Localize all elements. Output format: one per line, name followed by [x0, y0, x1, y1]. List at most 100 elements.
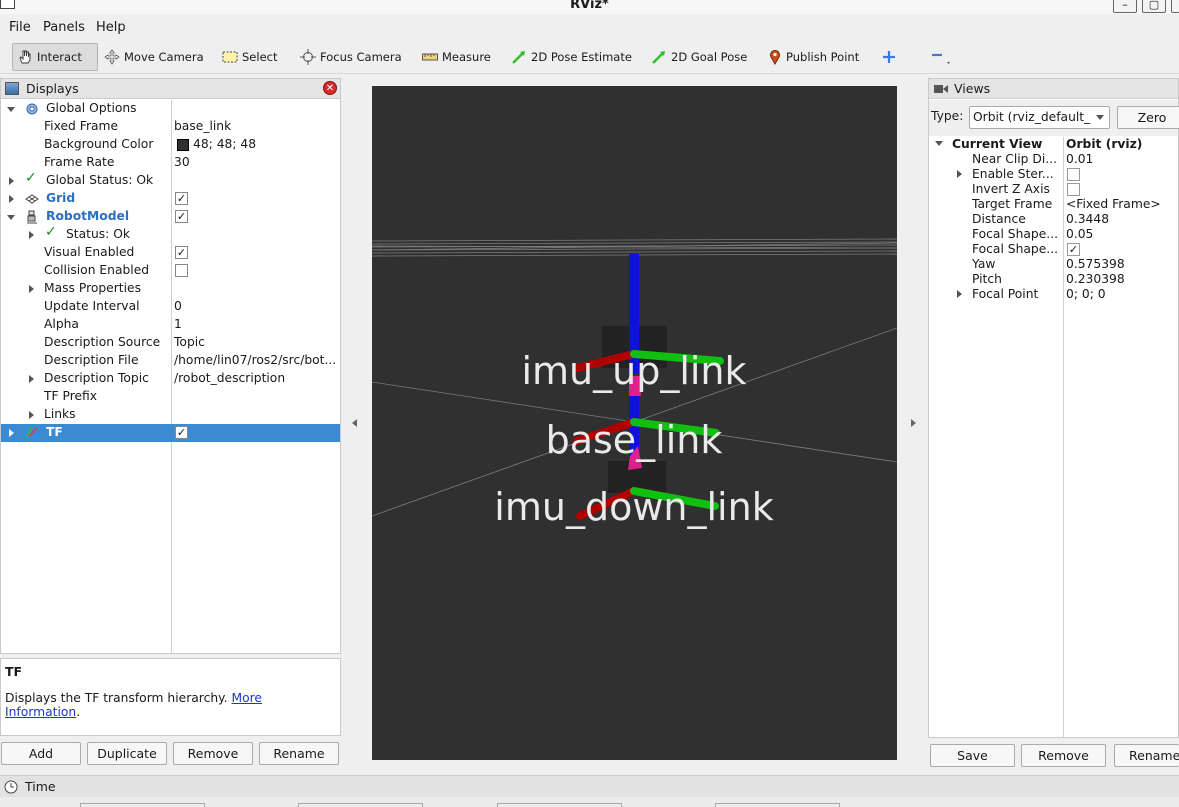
publish-point-tool[interactable]: Publish Point: [764, 43, 863, 71]
tree-row-fixed-frame[interactable]: Fixed Frame base_link: [1, 118, 340, 136]
close-window-button[interactable]: [1171, 0, 1179, 13]
expand-arrow-icon[interactable]: [935, 141, 943, 146]
near-clip-value[interactable]: 0.01: [1066, 152, 1093, 166]
collapse-left-arrow-icon[interactable]: [352, 419, 357, 427]
duplicate-button[interactable]: Duplicate: [87, 742, 167, 765]
tree-row-alpha[interactable]: Alpha 1: [1, 316, 340, 334]
collision-enabled-checkbox[interactable]: [175, 264, 188, 277]
displays-tree[interactable]: Global Options Fixed Frame base_link Bac…: [1, 100, 340, 442]
time-field[interactable]: [80, 803, 205, 807]
view-row-invert-z[interactable]: Invert Z Axis: [929, 182, 1179, 197]
measure-tool[interactable]: Measure: [418, 43, 495, 71]
expand-arrow-icon[interactable]: [29, 231, 34, 239]
remove-tool-button[interactable]: [926, 43, 956, 71]
distance-value[interactable]: 0.3448: [1066, 212, 1109, 226]
add-tool-button[interactable]: [878, 43, 900, 71]
alpha-value[interactable]: 1: [174, 317, 337, 331]
interact-tool[interactable]: Interact: [12, 43, 98, 71]
time-field[interactable]: [715, 803, 840, 807]
expand-arrow-icon[interactable]: [957, 170, 962, 178]
current-view-row[interactable]: Current View Orbit (rviz): [929, 137, 1179, 152]
tree-row-global-status[interactable]: ✓ Global Status: Ok: [1, 170, 340, 190]
views-save-button[interactable]: Save: [930, 744, 1015, 767]
goal-pose-tool[interactable]: 2D Goal Pose: [647, 43, 751, 71]
tree-row-description-file[interactable]: Description File /home/lin07/ros2/src/bo…: [1, 352, 340, 370]
zero-button[interactable]: Zero: [1117, 106, 1179, 129]
fixed-frame-value[interactable]: base_link: [174, 119, 337, 133]
tree-row-description-topic[interactable]: Description Topic /robot_description: [1, 370, 340, 388]
collapse-right-arrow-icon[interactable]: [911, 419, 916, 427]
view-row-target-frame[interactable]: Target Frame <Fixed Frame>: [929, 197, 1179, 212]
tree-row-grid[interactable]: Grid ✓: [1, 190, 340, 208]
menu-file[interactable]: File: [9, 20, 31, 35]
description-source-value[interactable]: Topic: [174, 335, 337, 349]
pitch-value[interactable]: 0.230398: [1066, 272, 1125, 286]
robotmodel-checkbox[interactable]: ✓: [175, 210, 188, 223]
expand-arrow-icon[interactable]: [957, 290, 962, 298]
tree-row-collision-enabled[interactable]: Collision Enabled: [1, 262, 340, 280]
focal-shape-checkbox[interactable]: ✓: [1067, 243, 1080, 256]
view-row-pitch[interactable]: Pitch 0.230398: [929, 272, 1179, 287]
tree-row-tf[interactable]: TF ✓: [1, 424, 340, 442]
color-swatch[interactable]: [177, 139, 189, 151]
view-type-select[interactable]: Orbit (rviz_default_p: [969, 106, 1110, 129]
view-row-focal-point[interactable]: Focal Point 0; 0; 0: [929, 287, 1179, 302]
tree-row-update-interval[interactable]: Update Interval 0: [1, 298, 340, 316]
view-row-enable-stereo[interactable]: Enable Ster...: [929, 167, 1179, 182]
focal-shape-size-value[interactable]: 0.05: [1066, 227, 1093, 241]
expand-arrow-icon[interactable]: [7, 107, 15, 112]
menu-help[interactable]: Help: [96, 20, 126, 35]
render-viewport[interactable]: imu_up_link base_link imu_down_link: [372, 86, 897, 760]
target-frame-value[interactable]: <Fixed Frame>: [1066, 197, 1161, 211]
focus-camera-tool[interactable]: Focus Camera: [296, 43, 406, 71]
views-rename-button[interactable]: Rename: [1114, 744, 1179, 767]
expand-arrow-icon[interactable]: [9, 177, 14, 185]
minimize-button[interactable]: –: [1113, 0, 1137, 13]
time-field[interactable]: [497, 803, 622, 807]
tree-row-links[interactable]: Links: [1, 406, 340, 424]
view-row-distance[interactable]: Distance 0.3448: [929, 212, 1179, 227]
select-tool[interactable]: Select: [218, 43, 281, 71]
frame-rate-value[interactable]: 30: [174, 155, 337, 169]
description-file-value[interactable]: /home/lin07/ros2/src/bot...: [174, 353, 337, 367]
description-topic-value[interactable]: /robot_description: [174, 371, 337, 385]
visual-enabled-checkbox[interactable]: ✓: [175, 246, 188, 259]
view-row-yaw[interactable]: Yaw 0.575398: [929, 257, 1179, 272]
grid-checkbox[interactable]: ✓: [175, 192, 188, 205]
expand-arrow-icon[interactable]: [7, 215, 15, 220]
menu-panels[interactable]: Panels: [43, 20, 85, 35]
view-row-focal-shape-fixed[interactable]: Focal Shape... ✓: [929, 242, 1179, 257]
focal-point-value[interactable]: 0; 0; 0: [1066, 287, 1106, 301]
expand-arrow-icon[interactable]: [9, 195, 14, 203]
views-tree[interactable]: Current View Orbit (rviz) Near Clip Di..…: [929, 137, 1179, 302]
remove-button[interactable]: Remove: [173, 742, 253, 765]
tree-row-background-color[interactable]: Background Color 48; 48; 48: [1, 136, 340, 154]
add-button[interactable]: Add: [1, 742, 81, 765]
close-icon[interactable]: ✕: [323, 81, 337, 95]
expand-arrow-icon[interactable]: [29, 285, 34, 293]
tf-checkbox[interactable]: ✓: [175, 426, 188, 439]
views-remove-button[interactable]: Remove: [1021, 744, 1106, 767]
move-camera-tool[interactable]: Move Camera: [100, 43, 208, 71]
tree-row-frame-rate[interactable]: Frame Rate 30: [1, 154, 340, 172]
expand-arrow-icon[interactable]: [29, 375, 34, 383]
tree-row-global-options[interactable]: Global Options: [1, 100, 340, 118]
view-row-focal-shape-size[interactable]: Focal Shape... 0.05: [929, 227, 1179, 242]
view-row-near-clip[interactable]: Near Clip Di... 0.01: [929, 152, 1179, 167]
maximize-button[interactable]: ▢: [1142, 0, 1166, 13]
expand-arrow-icon[interactable]: [29, 411, 34, 419]
update-interval-value[interactable]: 0: [174, 299, 337, 313]
background-color-value[interactable]: 48; 48; 48: [193, 137, 356, 151]
invert-z-checkbox[interactable]: [1067, 183, 1080, 196]
tree-row-status-ok[interactable]: ✓ Status: Ok: [1, 224, 340, 244]
tree-row-visual-enabled[interactable]: Visual Enabled ✓: [1, 244, 340, 262]
pose-estimate-tool[interactable]: 2D Pose Estimate: [507, 43, 636, 71]
time-field[interactable]: [298, 803, 423, 807]
enable-stereo-checkbox[interactable]: [1067, 168, 1080, 181]
rename-button[interactable]: Rename: [259, 742, 339, 765]
tree-row-tf-prefix[interactable]: TF Prefix: [1, 388, 340, 406]
tree-row-mass-properties[interactable]: Mass Properties: [1, 280, 340, 298]
expand-arrow-icon[interactable]: [9, 429, 14, 437]
yaw-value[interactable]: 0.575398: [1066, 257, 1125, 271]
tree-row-description-source[interactable]: Description Source Topic: [1, 334, 340, 352]
